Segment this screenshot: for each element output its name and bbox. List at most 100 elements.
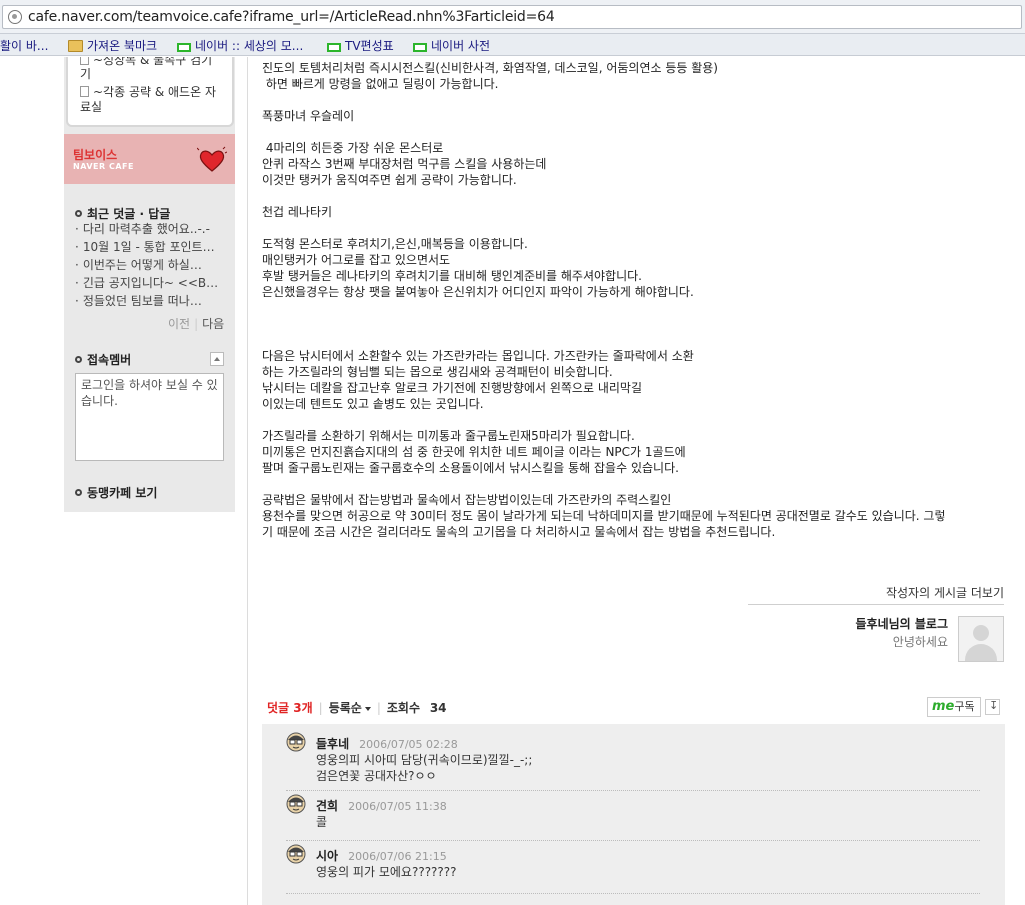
comment-divider [286,840,980,841]
article-line: 4마리의 히든중 가장 쉬운 몬스터로 [262,141,444,155]
user-face-icon [286,844,306,864]
bullet-icon [75,210,82,217]
article-line [262,300,1012,316]
avatar[interactable] [958,616,1004,662]
list-item[interactable]: 다리 마력추출 했어요..-.- [75,220,225,238]
article-line: 후발 탱커들은 레나타키의 후려치기를 대비해 탱인계준비를 해주셔야합니다. [262,269,642,283]
banner-subtitle: NAVER CAFE [73,162,134,171]
bookmark-item[interactable]: 활이 바... [0,37,48,54]
menu-item-partial-cont[interactable]: 기 [80,67,91,82]
article-body: 진도의 토템처리처럼 즉시시전스킬(신비한사격, 화염작열, 데스코일, 어둠의… [262,60,1012,540]
next-link[interactable]: 다음 [202,317,224,331]
comment-date: 2006/07/05 02:28 [359,738,458,751]
document-icon [80,86,89,97]
article-line: 천겁 레나타키 [262,205,333,219]
article-line: 진도의 토템처리처럼 즉시시전스킬(신비한사격, 화염작열, 데스코일, 어둠의… [262,61,718,75]
list-item[interactable]: 정들었던 팀보를 떠나… [75,292,225,310]
article-line: 은신했을경우는 항상 팻을 붙여놓아 은신위치가 어디인지 파악이 가능하게 해… [262,285,694,299]
article-line [262,124,1012,140]
content-divider [247,57,248,905]
article-line: 안퀴 라작스 3번째 부대장처럼 먹구름 스킬을 사용하는데 [262,157,547,171]
comment-author[interactable]: 견희 2006/07/05 11:38 [316,797,447,814]
comment-body: 영웅의피 시아띠 담당(귀속이므로)낄낄-_-;; 검은연꽃 공대자산?ㅇㅇ [316,753,533,783]
menu-item-guides[interactable]: ~각종 공략 & 애드온 자 [80,85,216,100]
comment-count[interactable]: 덧글 3개 [267,701,313,715]
page: ~성장목 & 물속구 검기 기 ~각종 공략 & 애드온 자 료실 팀보이스 N… [0,57,1025,905]
comment-author[interactable]: 시아 2006/07/06 21:15 [316,847,447,864]
subscribe-button[interactable]: me구독 [927,697,981,717]
naver-icon [327,43,341,52]
comment-date: 2006/07/06 21:15 [348,850,447,863]
divider [748,604,1004,605]
article-line: 이있는데 텐트도 있고 솥병도 있는 곳입니다. [262,397,484,411]
url-field[interactable]: cafe.naver.com/teamvoice.cafe?iframe_url… [2,5,1022,29]
folder-icon [68,40,83,52]
article-line [262,332,1012,348]
url-text[interactable]: cafe.naver.com/teamvoice.cafe?iframe_url… [28,9,555,25]
article-line: 하면 빠르게 망령을 없애고 딜링이 가능합니다. [262,77,499,91]
bookmark-tv[interactable]: TV편성표 [327,37,394,54]
more-posts-link[interactable]: 작성자의 게시글 더보기 [886,584,1004,601]
comment-divider [286,893,980,894]
article-line: 폭풍마녀 우슬레이 [262,109,355,123]
heart-icon [197,146,227,172]
menu-item-partial[interactable]: ~성장목 & 물속구 검기 [80,57,212,68]
menu-box: ~성장목 & 물속구 검기 기 ~각종 공략 & 애드온 자 료실 [66,57,234,127]
comment-bar: 덧글 3개 | 등록순 | 조회수 34 [267,701,447,715]
article-line [262,188,1012,204]
article-line [262,316,1012,332]
views-count: 34 [429,701,447,715]
login-message: 로그인을 하셔야 보실 수 있습니다. [75,373,224,461]
comment-author[interactable]: 들후네 2006/07/05 02:28 [316,735,458,752]
article-line: 매인탱커가 어그로를 잡고 있으면서도 [262,253,451,267]
article-line: 용천수를 맞으면 허공으로 약 30미터 정도 몸이 날라가게 되는데 낙하데미… [262,509,946,523]
menu-item-guides-cont[interactable]: 료실 [80,100,102,115]
comment-body: 영웅의 피가 모에요??????? [316,865,457,879]
article-line [262,92,1012,108]
article-line: 공략법은 물밖에서 잡는방법과 물속에서 잡는방법이있는데 가즈란카의 주력스킬… [262,493,672,507]
caret-down-icon [364,707,371,711]
user-face-icon [286,794,306,814]
user-face-icon [286,732,306,752]
article-line: 다음은 낚시터에서 소환할수 있는 가즈란카라는 몹입니다. 가즈란카는 줄파락… [262,349,694,363]
list-item[interactable]: 10월 1일 - 통합 포인트… [75,238,225,256]
online-members-title: 접속멤버 [75,351,131,368]
recent-comments-list: 다리 마력추출 했어요..-.- 10월 1일 - 통합 포인트… 이번주는 어… [75,220,225,310]
bullet-icon [75,489,82,496]
comments-section: 들후네 2006/07/05 02:28 영웅의피 시아띠 담당(귀속이므로)낄낄-… [262,724,1005,905]
comment-date: 2006/07/05 11:38 [348,800,447,813]
prev-link[interactable]: 이전 [168,317,190,331]
bullet-icon [75,356,82,363]
article-line [262,220,1012,236]
article-line: 낚시터는 데칼을 잡고난후 알로크 가기전에 진행방향에서 왼쪽으로 내리막길 [262,381,642,395]
sidebar: ~성장목 & 물속구 검기 기 ~각종 공략 & 애드온 자 료실 팀보이스 N… [64,57,235,512]
list-item[interactable]: 이번주는 어떻게 하실… [75,256,225,274]
comment-body: 콜 [316,815,328,829]
article-line: 하는 가즈릴라의 형님뻘 되는 몹으로 생김새와 공격패턴이 비슷합니다. [262,365,613,379]
naver-icon [413,43,427,52]
article-line: 이것만 탱커가 움직여주면 쉽게 공략이 가능합니다. [262,173,517,187]
sort-dropdown[interactable]: 등록순 [329,701,371,715]
teamvoice-banner[interactable]: 팀보이스 NAVER CAFE [64,134,235,184]
article-line [262,476,1012,492]
views-label: 조회수 [386,701,420,715]
blog-description: 안녕하세요 [892,635,948,649]
recent-pager: 이전 | 다음 [168,317,225,331]
download-icon[interactable] [985,699,1000,715]
allied-cafe-link[interactable]: 동맹카페 보기 [75,484,157,501]
bookmark-folder-imported[interactable]: 가져온 북마크 [68,37,157,54]
bookmark-dictionary[interactable]: 네이버 사전 [413,37,490,54]
document-icon [80,57,89,65]
naver-icon [177,43,191,52]
comment-divider [286,790,980,791]
site-info-icon[interactable] [8,10,22,24]
list-item[interactable]: 긴급 공지입니다~ <<B… [75,274,225,292]
blog-title-link[interactable]: 들후네님의 블로그 [856,615,949,632]
article-line [262,412,1012,428]
article-line: 기 때문에 조금 시간은 걸리더라도 물속의 고기몹을 다 처리하시고 물속에서… [262,525,776,539]
article-line: 팔며 줄구룹노린재는 줄구룹호수의 소용돌이에서 낚시스킬을 통해 잡을수 있습… [262,461,679,475]
collapse-button[interactable] [210,352,224,366]
bookmark-naver[interactable]: 네이버 :: 세상의 모... [177,37,303,54]
article-line: 가즈릴라를 소환하기 위해서는 미끼통과 줄구룹노린재5마리가 필요합니다. [262,429,635,443]
article-line: 도적형 몬스터로 후려치기,은신,매복등을 이용합니다. [262,237,528,251]
